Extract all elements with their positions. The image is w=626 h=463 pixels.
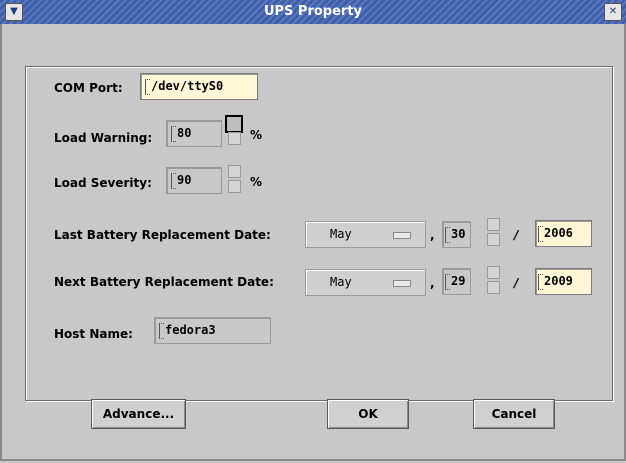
- last-battery-year-field[interactable]: 2006: [535, 220, 592, 247]
- next-battery-day-field[interactable]: 29: [442, 268, 471, 295]
- text-cursor-icon: [171, 126, 176, 142]
- last-battery-date-label: Last Battery Replacement Date:: [54, 228, 271, 242]
- com-port-value: /dev/ttyS0: [151, 79, 224, 93]
- date-slash: /: [514, 276, 519, 290]
- load-warning-spinner[interactable]: [225, 115, 243, 147]
- last-battery-month-value: May: [330, 227, 352, 241]
- spin-up-icon[interactable]: [487, 266, 500, 279]
- text-cursor-icon: [145, 79, 150, 95]
- cancel-button[interactable]: Cancel: [473, 399, 555, 429]
- spin-up-icon[interactable]: [225, 115, 243, 133]
- com-port-label: COM Port:: [54, 81, 123, 95]
- next-battery-month-value: May: [330, 275, 352, 289]
- ok-button[interactable]: OK: [327, 399, 409, 429]
- load-severity-unit: %: [250, 175, 263, 189]
- spin-down-icon[interactable]: [487, 281, 500, 294]
- close-icon: ✕: [608, 6, 618, 17]
- load-severity-value: 90: [177, 173, 192, 187]
- load-severity-field[interactable]: 90: [166, 167, 222, 194]
- com-port-field[interactable]: /dev/ttyS0: [140, 73, 258, 100]
- date-comma: ,: [430, 228, 435, 242]
- next-battery-date-label: Next Battery Replacement Date:: [54, 275, 274, 289]
- spin-down-icon[interactable]: [228, 132, 241, 145]
- last-battery-day-spinner[interactable]: [486, 218, 500, 248]
- text-cursor-icon: [538, 274, 543, 290]
- spin-up-icon[interactable]: [228, 165, 241, 178]
- text-cursor-icon: [538, 226, 543, 242]
- last-battery-year-value: 2006: [544, 226, 573, 240]
- load-warning-unit: %: [250, 128, 263, 142]
- load-warning-field[interactable]: 80: [166, 120, 222, 147]
- title-bar[interactable]: ▼ UPS Property ✕: [0, 0, 626, 25]
- last-battery-day-value: 30: [451, 227, 466, 241]
- spin-up-icon[interactable]: [487, 218, 500, 231]
- load-severity-label: Load Severity:: [54, 176, 152, 190]
- next-battery-month-select[interactable]: May: [305, 269, 426, 296]
- dialog-body: COM Port: /dev/ttyS0 Load Warning: 80 % …: [0, 24, 626, 461]
- window-close-button[interactable]: ✕: [604, 3, 622, 21]
- text-cursor-icon: [445, 274, 450, 290]
- spin-down-icon[interactable]: [228, 180, 241, 193]
- date-slash: /: [514, 228, 519, 242]
- advance-button[interactable]: Advance...: [91, 399, 186, 429]
- text-cursor-icon: [159, 323, 164, 339]
- window-title: UPS Property: [263, 4, 363, 19]
- spin-down-icon[interactable]: [487, 233, 500, 246]
- next-battery-year-field[interactable]: 2009: [535, 268, 592, 295]
- dropdown-indicator-icon: [393, 232, 411, 239]
- host-name-field[interactable]: fedora3: [154, 317, 271, 344]
- host-name-value: fedora3: [165, 323, 216, 337]
- date-comma: ,: [430, 276, 435, 290]
- next-battery-year-value: 2009: [544, 274, 573, 288]
- dropdown-indicator-icon: [393, 280, 411, 287]
- last-battery-month-select[interactable]: May: [305, 221, 426, 248]
- next-battery-day-value: 29: [451, 274, 466, 288]
- text-cursor-icon: [445, 227, 450, 243]
- next-battery-day-spinner[interactable]: [486, 266, 500, 296]
- host-name-label: Host Name:: [54, 327, 133, 341]
- last-battery-day-field[interactable]: 30: [442, 221, 471, 248]
- load-warning-value: 80: [177, 126, 192, 140]
- load-warning-label: Load Warning:: [54, 131, 153, 145]
- text-cursor-icon: [171, 173, 176, 189]
- load-severity-spinner[interactable]: [227, 165, 241, 195]
